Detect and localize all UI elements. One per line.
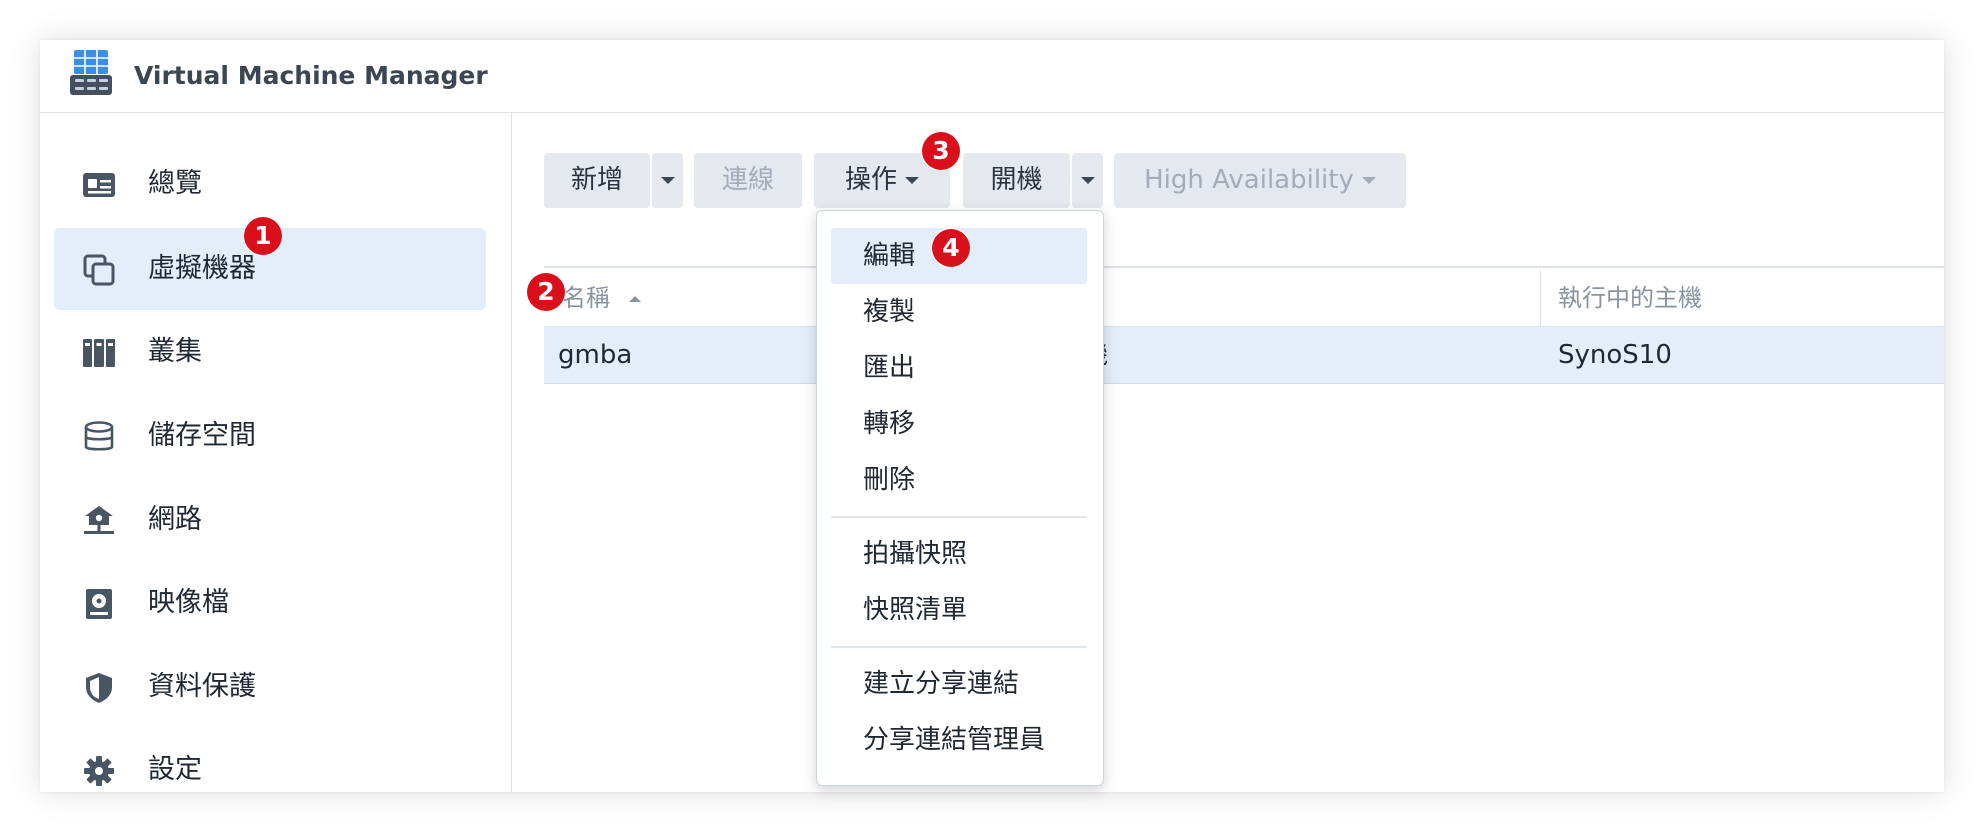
cluster-icon [83,339,115,367]
menu-item-label: 轉移 [863,409,916,439]
menu-item-share-link-manager[interactable]: 分享連結管理員 [831,712,1087,768]
power-on-dropdown-button[interactable] [1071,153,1103,208]
menu-separator [831,646,1087,648]
action-button-label: 操作 [844,165,897,195]
connect-button[interactable]: 連線 [694,153,802,208]
menu-item-label: 編輯 [863,241,916,271]
virtual-machine-icon [83,254,115,286]
title-bar: Virtual Machine Manager [40,40,1944,113]
menu-item-label: 分享連結管理員 [863,725,1046,755]
create-button[interactable]: 新增 [544,153,650,208]
menu-item-clone[interactable]: 複製 [831,284,1087,340]
app-title: Virtual Machine Manager [134,61,488,90]
menu-item-label: 刪除 [863,465,916,495]
menu-item-label: 匯出 [863,353,916,383]
sidebar-item-label: 映像檔 [148,587,229,618]
vm-name-cell: gmba [558,340,633,370]
sidebar-item-label: 資料保護 [148,671,256,702]
action-dropdown-menu: 編輯 複製 匯出 轉移 刪除 拍攝快照 快照清單 建立分享連結 分享連結管理員 [816,210,1104,786]
menu-item-snapshot-list[interactable]: 快照清單 [831,582,1087,638]
column-header-label: 名稱 [562,284,610,312]
table-row[interactable]: gmba 機 SynoS10 [544,327,1944,384]
sidebar-item-network[interactable]: 網路 [54,479,486,561]
chevron-down-icon [905,177,919,184]
column-header-name[interactable]: 名稱 [562,270,642,327]
menu-item-delete[interactable]: 刪除 [831,452,1087,508]
annotation-badge-2: 2 [527,273,565,311]
menu-item-migrate[interactable]: 轉移 [831,396,1087,452]
sidebar-item-label: 總覽 [148,168,202,199]
sidebar-item-image[interactable]: 映像檔 [54,562,486,644]
menu-item-label: 拍攝快照 [863,539,968,569]
chevron-down-icon [660,177,675,184]
sidebar: 總覽 虛擬機器 叢集 儲存空間 網路 映像檔 資料保護 設定 [40,113,512,792]
menu-item-take-snapshot[interactable]: 拍攝快照 [831,526,1087,582]
overview-icon [83,173,115,197]
menu-item-label: 複製 [863,297,916,327]
sidebar-item-label: 網路 [148,504,202,535]
storage-icon [84,421,114,451]
gear-icon [84,756,114,786]
vmm-app-icon [70,50,112,95]
grid-top-border [544,266,1944,268]
sidebar-item-storage[interactable]: 儲存空間 [54,395,486,477]
main-panel: 新增 連線 操作 開機 High Availability 名稱 執行中的主機 … [512,113,1944,792]
sort-ascending-icon [628,296,641,302]
sidebar-item-cluster[interactable]: 叢集 [54,311,486,393]
high-availability-button[interactable]: High Availability [1114,153,1406,208]
image-icon [86,589,112,619]
menu-item-export[interactable]: 匯出 [831,340,1087,396]
power-on-button[interactable]: 開機 [963,153,1070,208]
sidebar-item-label: 虛擬機器 [148,253,256,284]
sidebar-item-label: 儲存空間 [148,420,256,451]
data-protection-icon [86,673,112,703]
annotation-badge-3: 3 [922,132,960,170]
sidebar-item-label: 設定 [148,754,202,785]
annotation-badge-4: 4 [932,229,970,267]
sidebar-item-label: 叢集 [148,336,202,367]
chevron-down-icon [1080,177,1095,184]
menu-separator [831,516,1087,518]
sidebar-item-settings[interactable]: 設定 [54,729,486,792]
menu-item-create-share-link[interactable]: 建立分享連結 [831,656,1087,712]
chevron-down-icon [1361,177,1376,184]
menu-item-label: 建立分享連結 [863,669,1020,699]
sidebar-item-data-protection[interactable]: 資料保護 [54,646,486,728]
column-divider [1540,270,1541,327]
vm-host-cell: SynoS10 [1558,340,1672,370]
annotation-badge-1: 1 [244,217,282,255]
network-icon [84,506,114,534]
sidebar-item-overview[interactable]: 總覽 [54,143,486,225]
create-dropdown-button[interactable] [651,153,683,208]
column-header-host[interactable]: 執行中的主機 [1558,270,1702,327]
high-availability-label: High Availability [1144,165,1354,195]
menu-item-label: 快照清單 [863,595,968,625]
